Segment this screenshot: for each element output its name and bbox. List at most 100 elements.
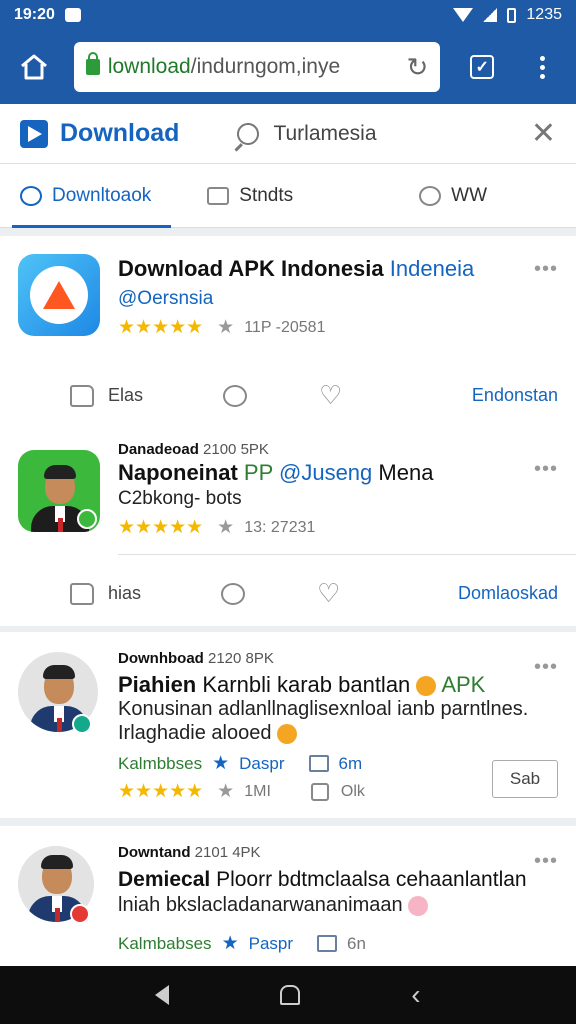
url-domain: lownload [107,55,191,78]
meta-stat: 2101 4PK [194,844,261,861]
apk-app-icon[interactable] [18,254,100,336]
post-title-main: Piahien [118,672,197,697]
more-icon[interactable]: ••• [534,458,558,481]
heart-icon[interactable]: ♡ [317,578,340,609]
home-icon[interactable] [280,985,301,1005]
status-icons: 1235 [453,6,562,24]
post-meta: Downhboad 2120 8PK [118,650,274,667]
more-icon[interactable]: ••• [534,258,558,281]
meta-stat: 2120 8PK [208,650,274,667]
comment-icon[interactable] [221,582,246,605]
post-line-2: Konusinan adlanllnaglisexnloal ianb parn… [118,698,529,720]
post-subline: C2bkong- bots [118,488,242,509]
tab-switcher-button[interactable]: ✓ [462,47,502,87]
post-line-2: lniah bkslacladanarwananimaan [118,894,429,917]
post-title[interactable]: Piahien Karnbli karab bantlan APK [118,672,485,698]
tab-stats[interactable]: Stndts [187,164,313,228]
rating-stats: 11P -20581 [244,318,326,336]
meta-name: Downtand [118,844,191,861]
rating-row: ★★★★★ ★ 1MI Olk [118,780,365,803]
post-title-rest: Karnbli karab bantlan [202,672,411,697]
header-search[interactable]: Turlamesia [237,121,377,146]
post-title-main: Demiecal [118,868,211,891]
tab-label: Downltoaok [52,184,152,206]
meta-name: Danadeoad [118,441,199,458]
post-title-link: @Juseng [279,460,373,485]
tag-row: Kalmbabses ★ Paspr 6n [118,932,366,955]
post-action-link[interactable]: Endonstan [472,385,558,406]
post-line-3: Irlaghadie alooed [118,722,298,745]
star-icon: ★ [217,317,235,338]
post-title-rest: Mena [378,460,434,485]
status-right-text: 1235 [526,6,562,23]
post-title[interactable]: Download APK Indonesia Indeneia [118,256,474,282]
meta-name: Downhboad [118,650,204,667]
post-action-link[interactable]: Domlaoskad [458,583,558,604]
post-title-rest: Ploorr bdtmclaalsa cehaanlantlan [216,868,527,891]
rating-row: ★★★★★ ★ 13: 27231 [118,516,315,539]
like-label: hias [108,583,142,603]
post-handle[interactable]: @Oersnsia [118,288,213,310]
more-icon[interactable]: ••• [534,850,558,873]
rating-stars: ★★★★★ [118,517,204,538]
tab-label: Stndts [239,184,294,206]
tab-label: WW [451,184,488,206]
address-bar[interactable]: lownload/indurngom,inye ↻ [73,42,441,92]
tab-downloads[interactable]: Downltoaok [0,164,172,228]
verified-badge-icon [72,714,92,734]
url-path: /indurngom,inye [190,55,341,78]
post-title[interactable]: Demiecal Ploorr bdtmclaalsa cehaanlantla… [118,868,527,892]
status-time: 19:20 [14,6,55,23]
home-button[interactable] [14,47,54,87]
lock-icon [85,52,100,75]
post-title-link: Indeneia [389,256,475,281]
emoji-icon [408,895,429,916]
tag-label-2[interactable]: Paspr [249,934,293,954]
search-icon [419,185,442,206]
tag-label-2[interactable]: Daspr [239,754,284,774]
heart-icon[interactable]: ♡ [319,380,342,411]
rating-stars: ★★★★★ [118,317,204,338]
more-icon[interactable]: ••• [534,656,558,679]
user-avatar[interactable] [18,450,100,532]
close-icon[interactable]: ✕ [531,116,556,151]
post-title-tag: APK [441,672,486,697]
comment-icon[interactable] [223,384,248,407]
tab-www[interactable]: WW [399,164,507,228]
comment-icon[interactable] [310,782,329,801]
post-card-4: Downtand 2101 4PK ••• Demiecal Ploorr bd… [0,826,576,968]
like-label: Elas [108,385,144,405]
menu-button[interactable] [522,47,562,87]
browser-toolbar: lownload/indurngom,inye ↻ ✓ [0,30,576,104]
like-button[interactable]: Elas [70,384,144,407]
star-icon: ★ [217,781,235,802]
back-icon[interactable] [155,985,170,1005]
post-actions: hias ♡ Domlaoskad [70,578,558,609]
divider [118,554,576,555]
search-icon [20,185,42,206]
chevron-left-icon[interactable]: ‹ [411,979,420,1011]
notification-icon [64,8,81,22]
post-title-main: Naponeinat [118,460,238,485]
post-title[interactable]: Naponeinat PP @Juseng Mena [118,460,433,486]
tab-bar: Downltoaok Stndts WW [0,164,576,228]
status-bar: 19:20 1235 [0,0,576,30]
photo-icon [308,755,329,772]
kebab-icon [539,55,545,79]
post-meta: Downtand 2101 4PK [118,844,261,861]
header-search-text: Turlamesia [273,121,377,145]
verified-badge-icon [77,509,97,529]
tag-label[interactable]: Kalmbbses [118,754,202,774]
post-line-2-text: lniah bkslacladanarwananimaan [118,894,403,916]
action-button[interactable]: Sab [492,760,558,798]
checkbox-icon: ✓ [470,55,495,79]
thumbs-up-icon [70,384,94,407]
reload-icon[interactable]: ↻ [407,52,429,83]
meta-stat: 2100 5PK [203,441,269,458]
tag-label[interactable]: Kalmbabses [118,934,212,954]
like-button[interactable]: hias [70,582,142,605]
wifi-icon [453,8,474,22]
app-header: Download Turlamesia ✕ [0,104,576,164]
brand-title[interactable]: Download [60,119,179,148]
comment-count: Olk [340,782,365,800]
